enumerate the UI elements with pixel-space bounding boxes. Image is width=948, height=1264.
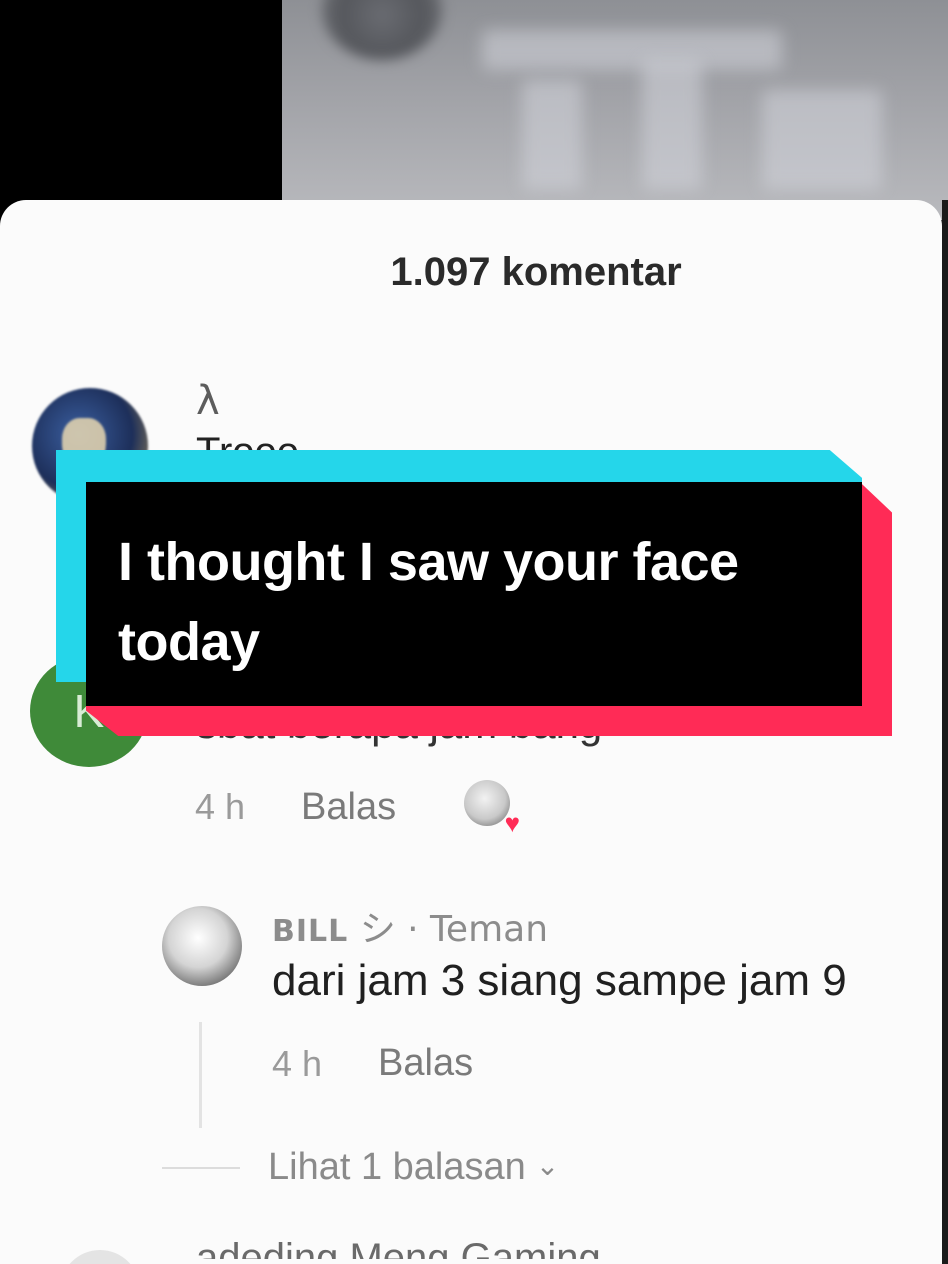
comment-username[interactable]: λ <box>196 378 220 424</box>
thread-line <box>199 1022 202 1128</box>
reply-text: dari jam 3 siang sampe jam 9 <box>272 956 847 1005</box>
comment-count-title: 1.097 komentar <box>390 250 682 294</box>
screen: 1.097 komentar λ Trooo K sbat berapa jam… <box>0 0 948 1264</box>
caption-overlay: I thought I saw your face today <box>86 482 862 706</box>
caption-line-1: I thought I saw your face <box>118 532 739 592</box>
sheet-edge <box>942 200 948 1264</box>
video-blurred-face <box>322 0 442 60</box>
reply-button[interactable]: Balas <box>378 1042 473 1085</box>
video-blurred-shape <box>762 90 882 190</box>
creator-liked-heart-icon: ♥ <box>464 780 521 838</box>
avatar[interactable] <box>162 906 242 986</box>
reply-button[interactable]: Balas <box>301 786 396 829</box>
reply-username[interactable]: BILL <box>272 914 348 949</box>
comment-meta: 4 h Balas ♥ <box>195 780 521 838</box>
video-preview[interactable] <box>282 0 948 220</box>
view-replies-label[interactable]: Lihat 1 balasan <box>268 1146 526 1189</box>
video-blurred-shape <box>482 30 782 70</box>
reply-time: 4 h <box>272 1042 323 1084</box>
chevron-down-icon[interactable]: ⌄ <box>536 1149 559 1182</box>
comment-time: 4 h <box>195 786 246 827</box>
heart-icon: ♥ <box>504 808 521 838</box>
reply-username-suffix: シ · Teman <box>359 909 549 950</box>
creator-mini-avatar <box>464 780 511 826</box>
reply-meta: 4 h Balas <box>272 1042 473 1085</box>
caption-line-2: today <box>118 612 260 672</box>
video-blurred-shape <box>642 60 702 190</box>
divider <box>162 1166 240 1169</box>
video-blurred-shape <box>522 80 582 190</box>
reply-username-line[interactable]: BILL シ · Teman <box>272 900 548 952</box>
view-replies-button[interactable]: Lihat 1 balasan ⌄ <box>162 1146 559 1189</box>
